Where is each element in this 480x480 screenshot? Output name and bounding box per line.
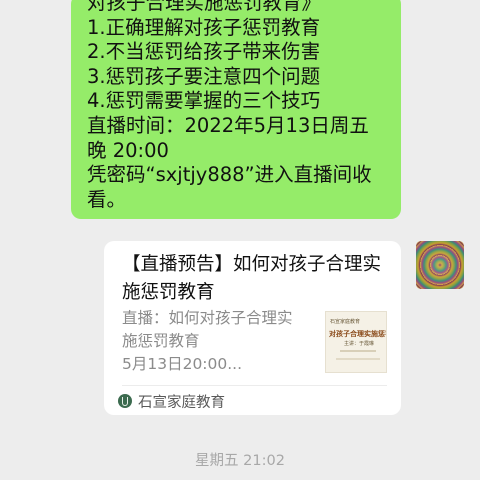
thumbnail-decoration [340,350,376,352]
message-line: 直播时间：2022年5月13日周五 [87,113,369,137]
official-account-icon [118,394,132,408]
message-line: 4.惩罚需要掌握的三个技巧 [87,89,321,113]
message-line: 2.不当惩罚给孩子带来伤害 [87,40,321,64]
source-name: 石宣家庭教育 [138,394,225,411]
card-title: 【直播预告】如何对孩子合理实施惩罚教育 [122,254,382,303]
message-line: 1.正确理解对孩子惩罚教育 [87,15,321,39]
message-line: 凭密码“sxjtjy888”进入直播间收 [87,163,372,187]
card-thumbnail: 石宣家庭教育 对孩子合理实施惩罚 主讲：于霞琳 [325,311,387,373]
card-desc-line: 施惩罚教育 [122,332,200,350]
thumbnail-top-text: 石宣家庭教育 [330,319,361,325]
card-desc-line: 直播：如何对孩子合理实 [122,309,293,327]
thumbnail-sub-text: 主讲：于霞琳 [344,341,375,347]
message-line: 对孩子合理实施惩罚教育》 [87,0,322,14]
message-line: 3.惩罚孩子要注意四个问题 [87,64,321,88]
card-divider [122,385,387,386]
message-line: 晚 20:00 [87,138,169,162]
thumbnail-main-text: 对孩子合理实施惩罚 [329,330,387,338]
message-timestamp: 星期五 21:02 [195,453,285,469]
card-desc-line: 5月13日20:00... [122,355,243,373]
card-description: 直播：如何对孩子合理实 施惩罚教育 5月13日20:00... [122,307,318,376]
card-source: 石宣家庭教育 [118,391,225,411]
sender-avatar[interactable] [416,241,464,289]
sent-message-bubble[interactable]: 对孩子合理实施惩罚教育》 1.正确理解对孩子惩罚教育 2.不当惩罚给孩子带来伤害… [71,0,401,219]
livestream-share-card[interactable]: 【直播预告】如何对孩子合理实施惩罚教育 直播：如何对孩子合理实 施惩罚教育 5月… [104,241,401,415]
message-line: 看。 [87,187,127,211]
thumbnail-decoration [336,358,380,360]
